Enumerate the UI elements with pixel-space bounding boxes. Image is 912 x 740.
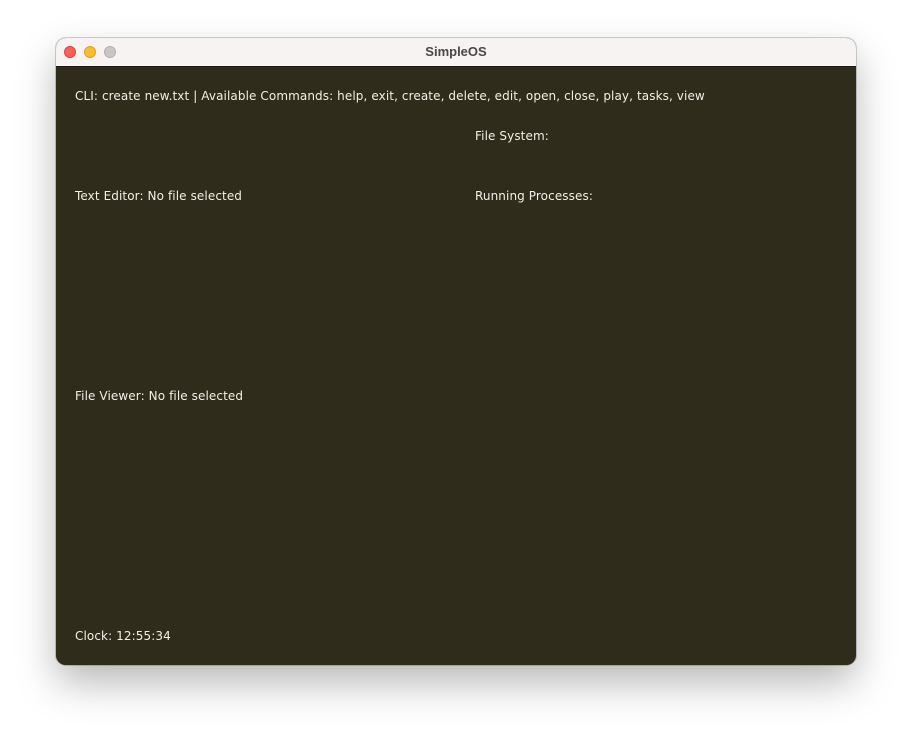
cli-line[interactable]: CLI: create new.txt | Available Commands…: [75, 89, 705, 103]
simpleos-window: SimpleOS CLI: create new.txt | Available…: [56, 38, 856, 665]
file-system-label: File System:: [475, 129, 549, 143]
window-title: SimpleOS: [425, 44, 487, 59]
running-processes-label: Running Processes:: [475, 189, 593, 203]
text-editor-label: Text Editor: No file selected: [75, 189, 243, 203]
file-viewer-label: File Viewer: No file selected: [75, 389, 244, 403]
clock-label: Clock: 12:55:34: [75, 629, 171, 643]
title-bar[interactable]: SimpleOS: [56, 38, 856, 67]
os-screen[interactable]: CLI: create new.txt | Available Commands…: [56, 67, 856, 665]
